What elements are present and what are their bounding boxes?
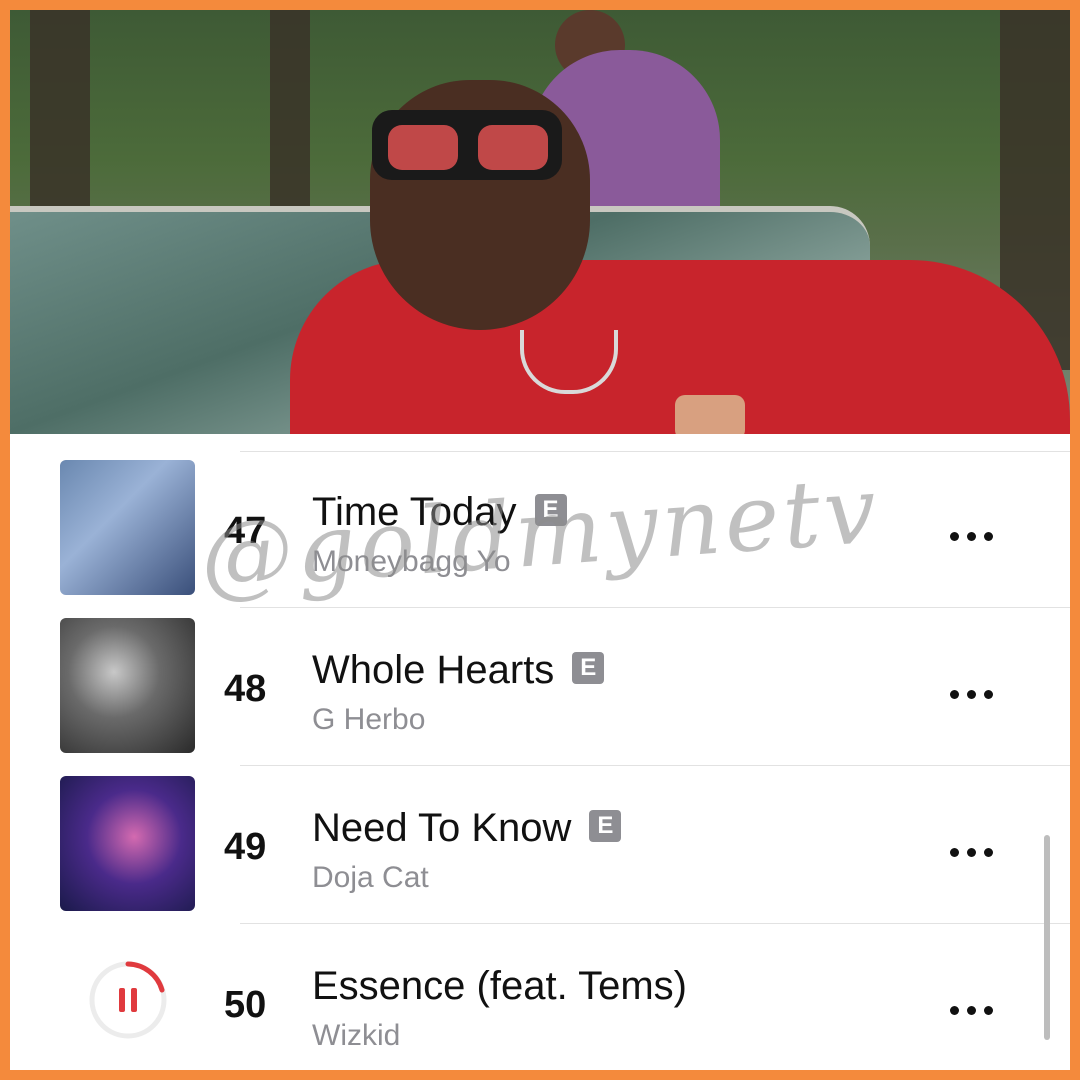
track-title[interactable]: Time Today E	[312, 490, 567, 535]
header-artwork	[10, 10, 1070, 434]
track-title[interactable]: Essence (feat. Tems)	[312, 964, 687, 1009]
track-rank: 47	[224, 510, 267, 552]
track-rank: 48	[224, 668, 267, 710]
pause-icon[interactable]	[88, 960, 168, 1040]
track-title[interactable]: Whole Hearts E	[312, 648, 605, 693]
track-rank: 49	[224, 826, 267, 868]
track-title-text: Whole Hearts	[312, 648, 555, 692]
ellipsis-icon[interactable]	[950, 848, 994, 858]
ellipsis-icon[interactable]	[950, 690, 994, 700]
album-art[interactable]	[60, 460, 195, 595]
track-title-text: Need To Know	[312, 806, 572, 850]
album-art[interactable]	[60, 618, 195, 753]
app-frame: 47 Time Today E Moneybagg Yo 48 Whole Hea…	[10, 10, 1070, 1070]
track-artist[interactable]: Wizkid	[312, 1019, 400, 1053]
track-title-text: Time Today	[312, 490, 517, 534]
explicit-badge: E	[572, 652, 605, 685]
track-artist[interactable]: Moneybagg Yo	[312, 545, 511, 579]
album-art[interactable]	[60, 776, 195, 911]
lens-shape	[388, 125, 458, 170]
scrollbar[interactable]	[1044, 835, 1050, 1040]
watch-shape	[675, 395, 745, 434]
track-row[interactable]: 47 Time Today E Moneybagg Yo	[10, 450, 1070, 608]
track-row-now-playing[interactable]: 50 Essence (feat. Tems) Wizkid	[10, 924, 1070, 1070]
track-artist[interactable]: Doja Cat	[312, 861, 429, 895]
lens-shape	[478, 125, 548, 170]
explicit-badge: E	[534, 494, 567, 527]
track-row[interactable]: 49 Need To Know E Doja Cat	[10, 766, 1070, 924]
background-tree	[30, 10, 90, 210]
ellipsis-icon[interactable]	[950, 532, 994, 542]
track-artist[interactable]: G Herbo	[312, 703, 425, 737]
background-tree	[270, 10, 310, 210]
track-title[interactable]: Need To Know E	[312, 806, 622, 851]
track-row[interactable]: 48 Whole Hearts E G Herbo	[10, 608, 1070, 766]
explicit-badge: E	[589, 810, 622, 843]
ellipsis-icon[interactable]	[950, 1006, 994, 1016]
track-rank: 50	[224, 984, 267, 1026]
